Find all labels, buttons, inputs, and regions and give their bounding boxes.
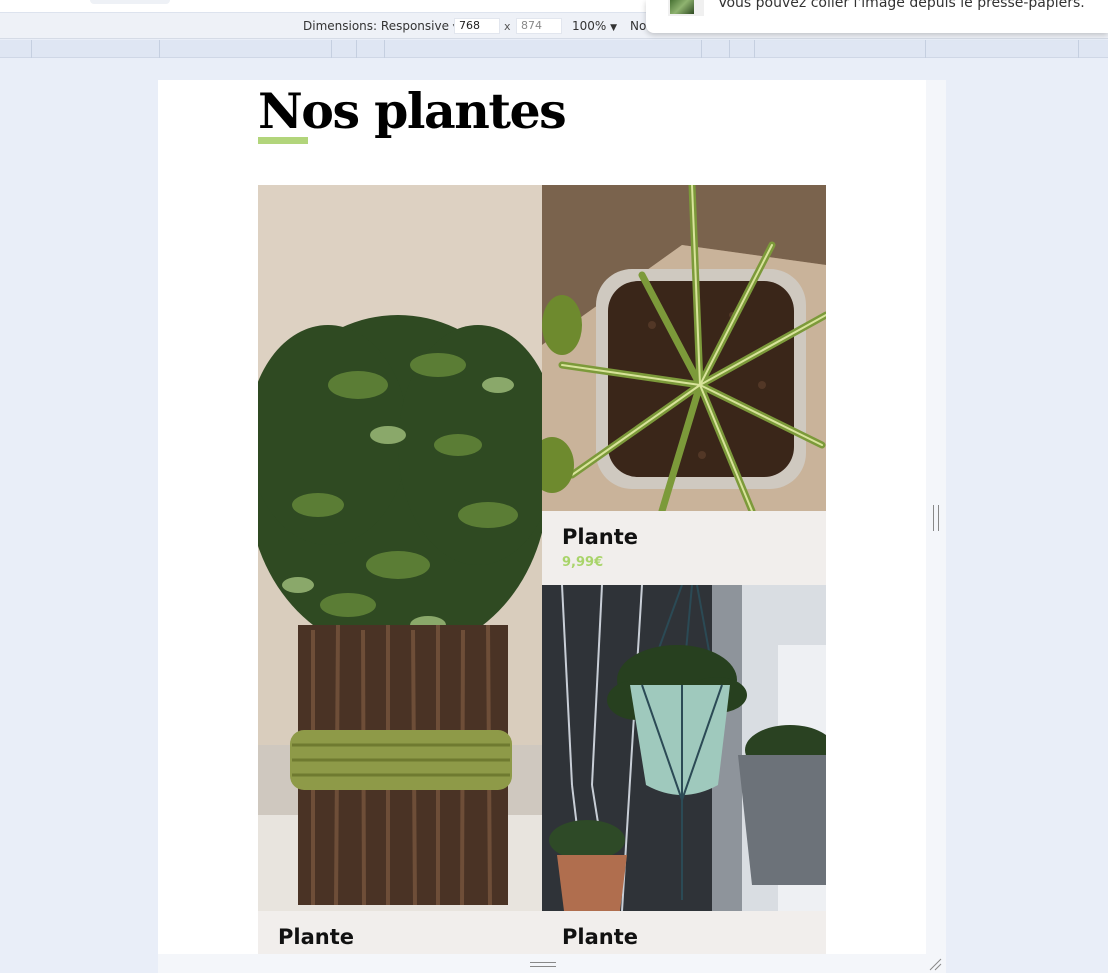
product-name: Plante xyxy=(562,525,638,549)
emulated-viewport: Nos plantes Plante Plante 9,99€ Plante xyxy=(158,80,926,954)
zoom-dropdown[interactable]: 100% ▼ xyxy=(572,19,617,33)
page-title: Nos plantes xyxy=(258,82,567,140)
product-info: Plante xyxy=(258,911,542,954)
height-input[interactable]: 874 xyxy=(516,18,562,34)
ruler-segment[interactable] xyxy=(701,40,702,58)
width-input[interactable]: 768 xyxy=(454,18,500,34)
product-name: Plante xyxy=(278,925,354,949)
product-info: Plante xyxy=(542,911,826,954)
product-card[interactable]: Plante xyxy=(542,585,826,954)
ruler-segment[interactable] xyxy=(925,40,926,58)
ruler-segment[interactable] xyxy=(384,40,385,58)
ruler-segment[interactable] xyxy=(159,40,160,58)
chevron-down-icon: ▼ xyxy=(610,23,618,33)
dimensions-dropdown[interactable]: Dimensions: Responsive ▼ xyxy=(303,19,460,33)
plant-photo xyxy=(542,585,826,911)
resize-handle-right[interactable] xyxy=(933,505,939,531)
times-separator: x xyxy=(504,20,511,33)
clipboard-notification: Vous pouvez coller l'image depuis le pre… xyxy=(646,0,1108,33)
product-name: Plante xyxy=(562,925,638,949)
title-underline xyxy=(258,137,308,144)
media-query-ruler xyxy=(0,40,1108,58)
dimensions-label: Dimensions: Responsive xyxy=(303,19,449,33)
product-card[interactable]: Plante xyxy=(258,185,542,954)
product-card[interactable]: Plante 9,99€ xyxy=(542,185,826,585)
product-info: Plante 9,99€ xyxy=(542,511,826,585)
browser-tab-stub[interactable] xyxy=(90,0,170,4)
ruler-segment[interactable] xyxy=(31,40,32,58)
ruler-segment[interactable] xyxy=(356,40,357,58)
ruler-segment[interactable] xyxy=(331,40,332,58)
plant-photo xyxy=(258,185,542,911)
zoom-label: 100% xyxy=(572,19,607,33)
ruler-segment[interactable] xyxy=(754,40,755,58)
resize-corner-icon[interactable] xyxy=(928,957,942,971)
resize-handle-bottom[interactable] xyxy=(530,962,556,967)
plant-photo xyxy=(542,185,826,511)
image-thumbnail xyxy=(668,0,704,16)
ruler-segment[interactable] xyxy=(1078,40,1079,58)
product-price: 9,99€ xyxy=(562,555,604,570)
ruler-segment[interactable] xyxy=(729,40,730,58)
notification-text: Vous pouvez coller l'image depuis le pre… xyxy=(718,0,1085,11)
throttle-dropdown[interactable]: No xyxy=(630,19,646,33)
